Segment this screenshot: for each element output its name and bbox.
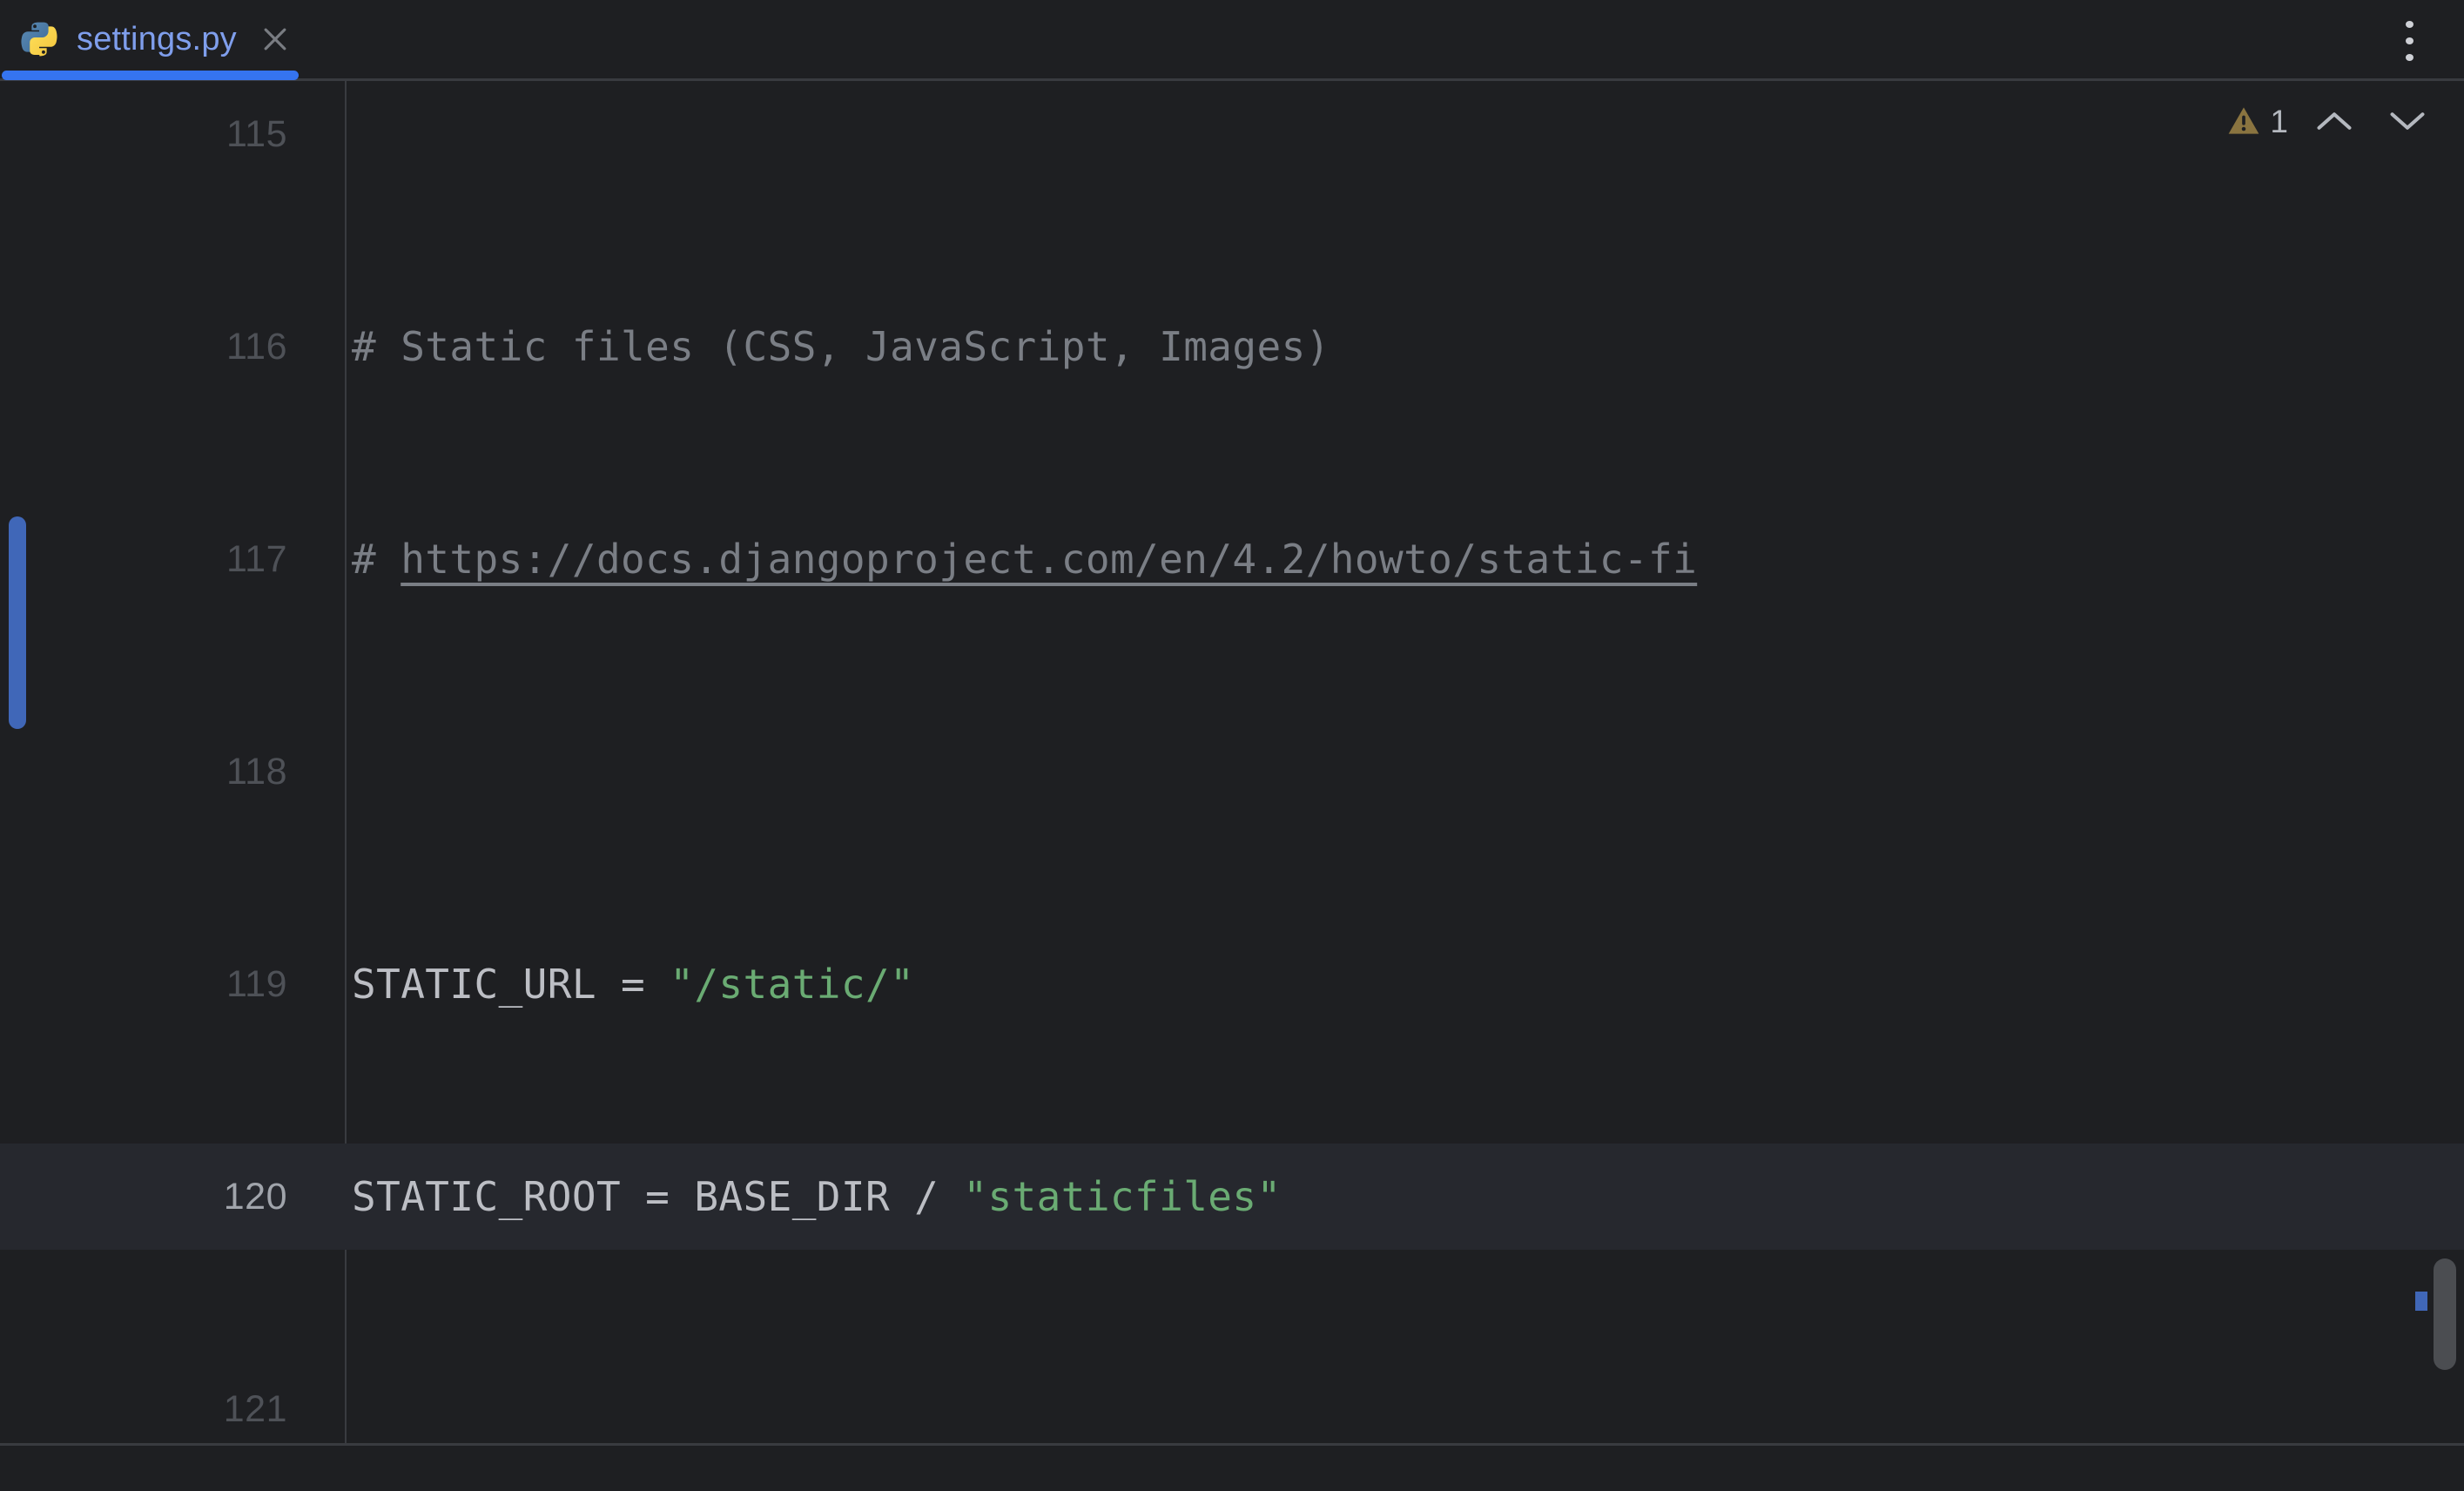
editor-line[interactable]: 117 # https://docs.djangoproject.com/en/4…	[0, 506, 2464, 612]
token-comment: #	[352, 536, 401, 583]
token-plain: STATIC_ROOT = BASE_DIR /	[352, 1173, 963, 1220]
line-number: 119	[0, 931, 287, 1037]
line-number: 117	[0, 506, 287, 612]
line-content: # https://docs.djangoproject.com/en/4.2/…	[352, 506, 1697, 612]
line-number: 121	[0, 1356, 287, 1443]
error-stripe-change-mark[interactable]	[2415, 1292, 2427, 1311]
python-file-icon	[19, 19, 59, 59]
editor-line[interactable]: 116 # Static files (CSS, JavaScript, Imag…	[0, 293, 2464, 400]
code-editor[interactable]: 1 115 116 # Static files (CSS, JavaScript,…	[0, 81, 2464, 1443]
status-strip	[0, 1446, 2464, 1491]
line-content: STATIC_ROOT = BASE_DIR / "staticfiles"	[352, 1144, 1282, 1250]
inspection-warning-count: 1	[2270, 105, 2288, 138]
close-icon[interactable]	[258, 22, 293, 57]
inspection-widget: 1	[2226, 97, 2434, 145]
editor-line[interactable]: 120 STATIC_ROOT = BASE_DIR / "staticfiles…	[0, 1144, 2464, 1250]
active-tab-underline	[2, 71, 299, 80]
token-plain: STATIC_URL =	[352, 961, 670, 1008]
token-string: "/static/"	[670, 961, 914, 1008]
vertical-scrollbar-thumb[interactable]	[2434, 1258, 2456, 1370]
line-number: 120	[0, 1144, 287, 1250]
line-content: STATIC_URL = "/static/"	[352, 931, 914, 1037]
line-content: # Static files (CSS, JavaScript, Images)	[352, 293, 1330, 400]
line-number: 116	[0, 293, 287, 400]
editor-line[interactable]: 121	[0, 1356, 2464, 1443]
chevron-down-icon[interactable]	[2380, 102, 2434, 140]
editor-error-stripe[interactable]	[2400, 81, 2464, 1443]
editor-tab-bar: settings.py	[0, 0, 2464, 81]
editor-tab-label: settings.py	[77, 23, 237, 56]
token-link[interactable]: https://docs.djangoproject.com/en/4.2/ho…	[401, 536, 1697, 583]
warning-triangle-icon[interactable]	[2226, 104, 2261, 138]
editor-line[interactable]: 118	[0, 719, 2464, 825]
line-number: 115	[0, 81, 287, 187]
ide-window: settings.py 1	[0, 0, 2464, 1491]
token-comment: # Static files (CSS, JavaScript, Images)	[352, 323, 1330, 370]
token-string: "staticfiles"	[963, 1173, 1281, 1220]
editor-line[interactable]: 115	[0, 81, 2464, 187]
editor-tab-settings-py[interactable]: settings.py	[0, 0, 310, 78]
chevron-up-icon[interactable]	[2307, 102, 2361, 140]
line-number: 118	[0, 719, 287, 825]
editor-lines: 115 116 # Static files (CSS, JavaScript, I…	[0, 81, 2464, 1356]
more-vertical-icon[interactable]	[2389, 21, 2429, 61]
editor-line[interactable]: 119 STATIC_URL = "/static/"	[0, 931, 2464, 1037]
